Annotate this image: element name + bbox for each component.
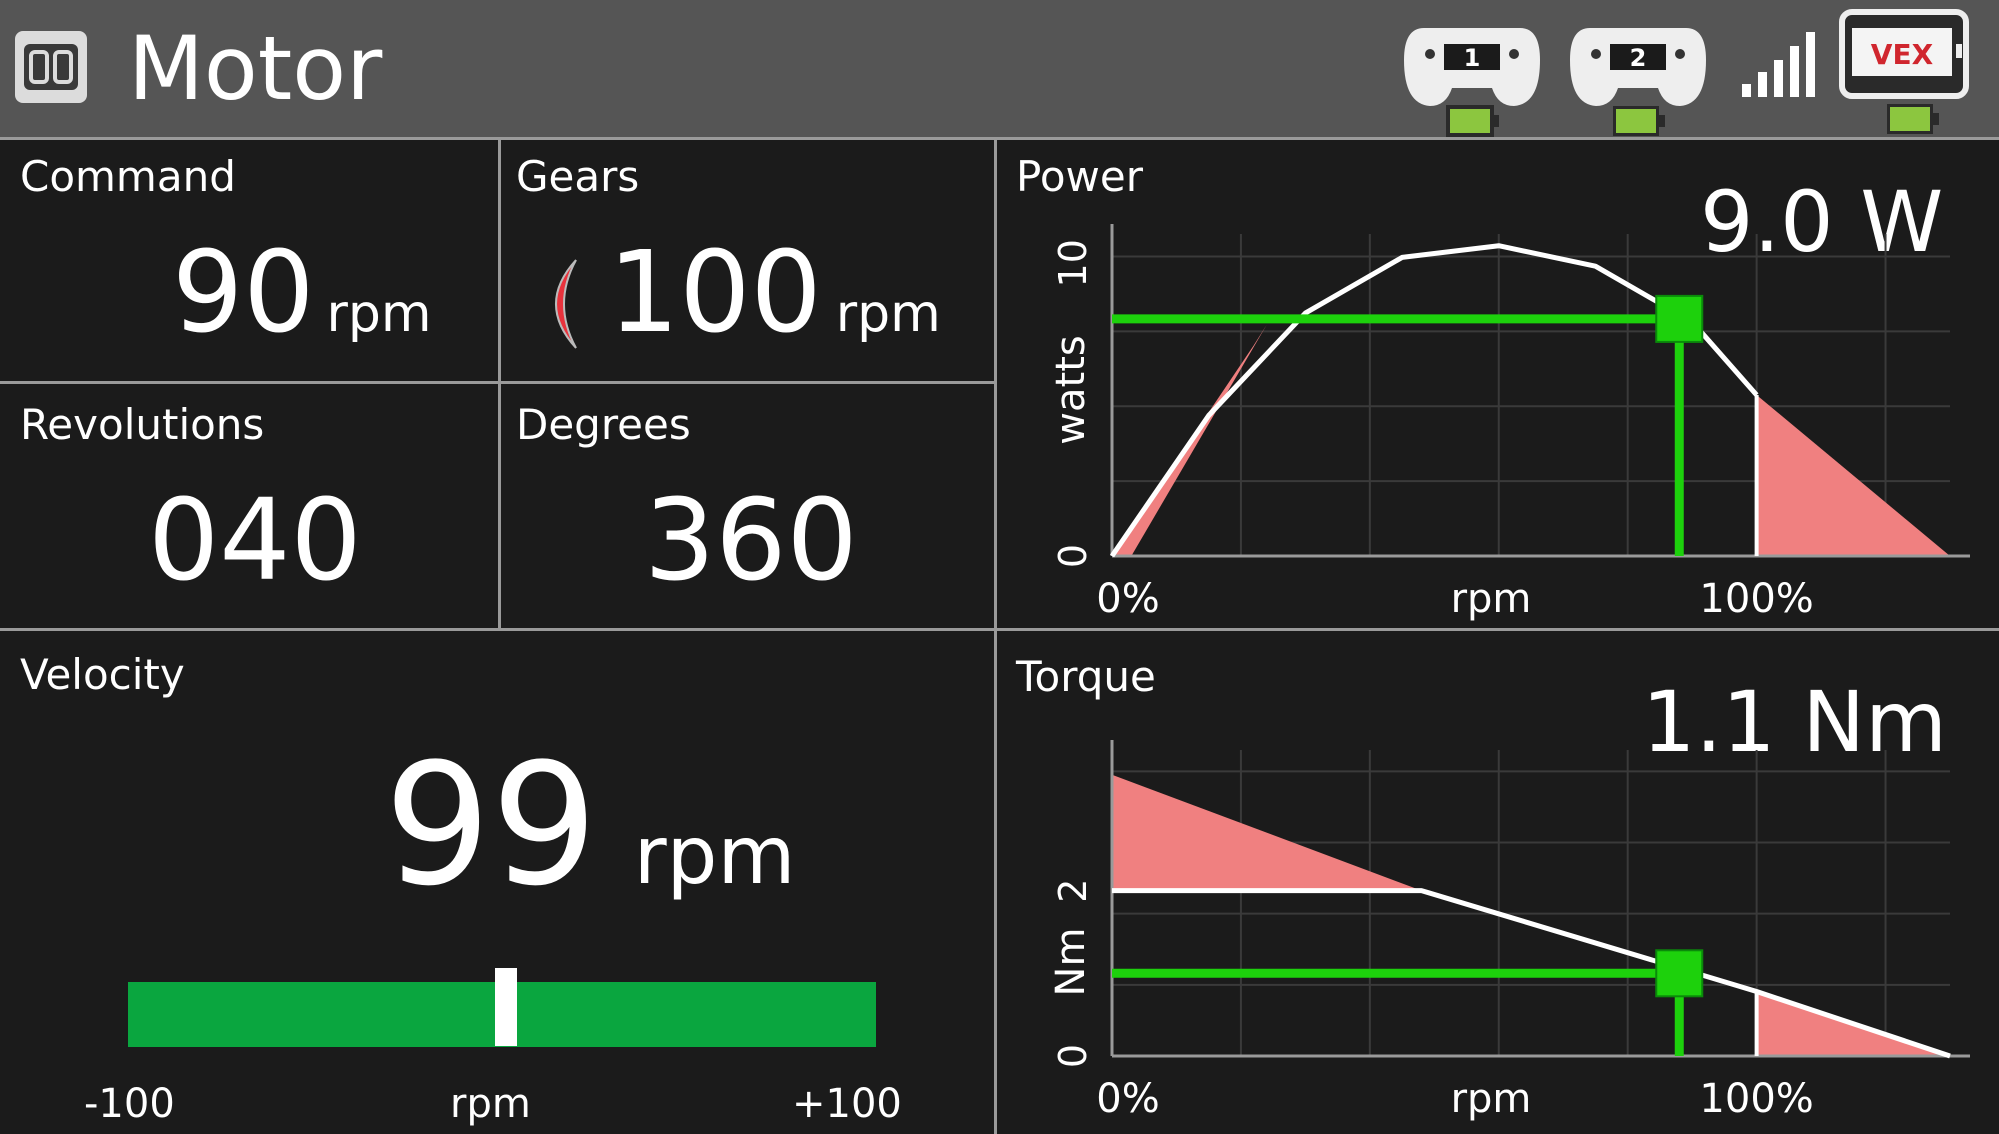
y-tick-label: 0 <box>1051 544 1095 568</box>
page-title: Motor <box>128 17 383 120</box>
divider <box>994 137 997 1134</box>
power-chart: 0% 100% rpm 0 10 watts <box>1048 224 1970 622</box>
y-axis-label: Nm <box>1048 928 1094 997</box>
divider <box>0 137 1999 140</box>
overload-fill <box>1756 395 1950 556</box>
svg-text:VEX: VEX <box>1871 38 1934 71</box>
gear-cartridge-icon[interactable] <box>532 254 592 354</box>
overload-fill <box>1112 774 1422 891</box>
divider <box>0 628 1999 631</box>
battery-icon <box>1613 106 1665 136</box>
x-axis-label: rpm <box>1451 576 1532 622</box>
velocity-value: 99 rpm <box>384 730 795 951</box>
gears-label: Gears <box>516 152 640 201</box>
svg-text:1: 1 <box>1464 44 1481 72</box>
velocity-unit: rpm <box>633 809 796 902</box>
operating-point-marker <box>1655 949 1704 998</box>
x-tick-label: 100% <box>1699 1076 1813 1122</box>
battery-icon <box>1887 104 1939 134</box>
y-axis-label: watts <box>1048 335 1094 444</box>
velocity-number: 99 <box>384 727 598 923</box>
velocity-scale-unit: rpm <box>450 1081 531 1127</box>
command-unit: rpm <box>326 284 432 344</box>
gears-value: 100 rpm <box>608 228 941 379</box>
x-axis-label: rpm <box>1451 1076 1532 1122</box>
gears-number: 100 <box>608 228 822 358</box>
degrees-label: Degrees <box>516 400 691 449</box>
svg-text:2: 2 <box>1630 44 1647 72</box>
x-tick-label: 0% <box>1096 1076 1159 1122</box>
velocity-scale-min: -100 <box>84 1081 175 1127</box>
y-tick-label: 2 <box>1051 879 1095 903</box>
command-value: 90 rpm <box>172 228 432 379</box>
velocity-marker <box>494 968 517 1046</box>
torque-chart: 0% 100% rpm 0 2 Nm <box>1048 740 1970 1122</box>
revolutions-label: Revolutions <box>20 400 265 449</box>
brain-status[interactable]: VEX <box>1838 8 1970 136</box>
y-tick-label: 10 <box>1051 239 1095 287</box>
header-bar: Motor 1 2 VEX <box>0 0 1999 137</box>
port-00-icon[interactable] <box>12 28 90 106</box>
motor-dashboard: Motor 1 2 VEX Command 90 rpm Gears 100 r… <box>0 0 1999 1134</box>
x-tick-label: 0% <box>1096 576 1159 622</box>
revolutions-value: 040 <box>148 476 362 606</box>
gears-unit: rpm <box>835 284 941 344</box>
operating-point-marker <box>1655 294 1704 343</box>
signal-bars-icon[interactable] <box>1740 28 1822 98</box>
divider <box>0 381 994 384</box>
battery-icon <box>1446 105 1499 137</box>
degrees-value: 360 <box>644 476 858 606</box>
command-label: Command <box>20 152 236 201</box>
y-tick-label: 0 <box>1051 1044 1095 1068</box>
series-line <box>1109 243 1759 558</box>
controller-2-status[interactable]: 2 <box>1568 14 1708 138</box>
torque-label: Torque <box>1016 652 1156 701</box>
controller-1-status[interactable]: 1 <box>1402 14 1542 138</box>
velocity-scale-max: +100 <box>792 1081 902 1127</box>
x-tick-label: 100% <box>1699 576 1813 622</box>
power-label: Power <box>1016 152 1143 201</box>
velocity-label: Velocity <box>20 650 185 699</box>
command-number: 90 <box>172 228 315 358</box>
